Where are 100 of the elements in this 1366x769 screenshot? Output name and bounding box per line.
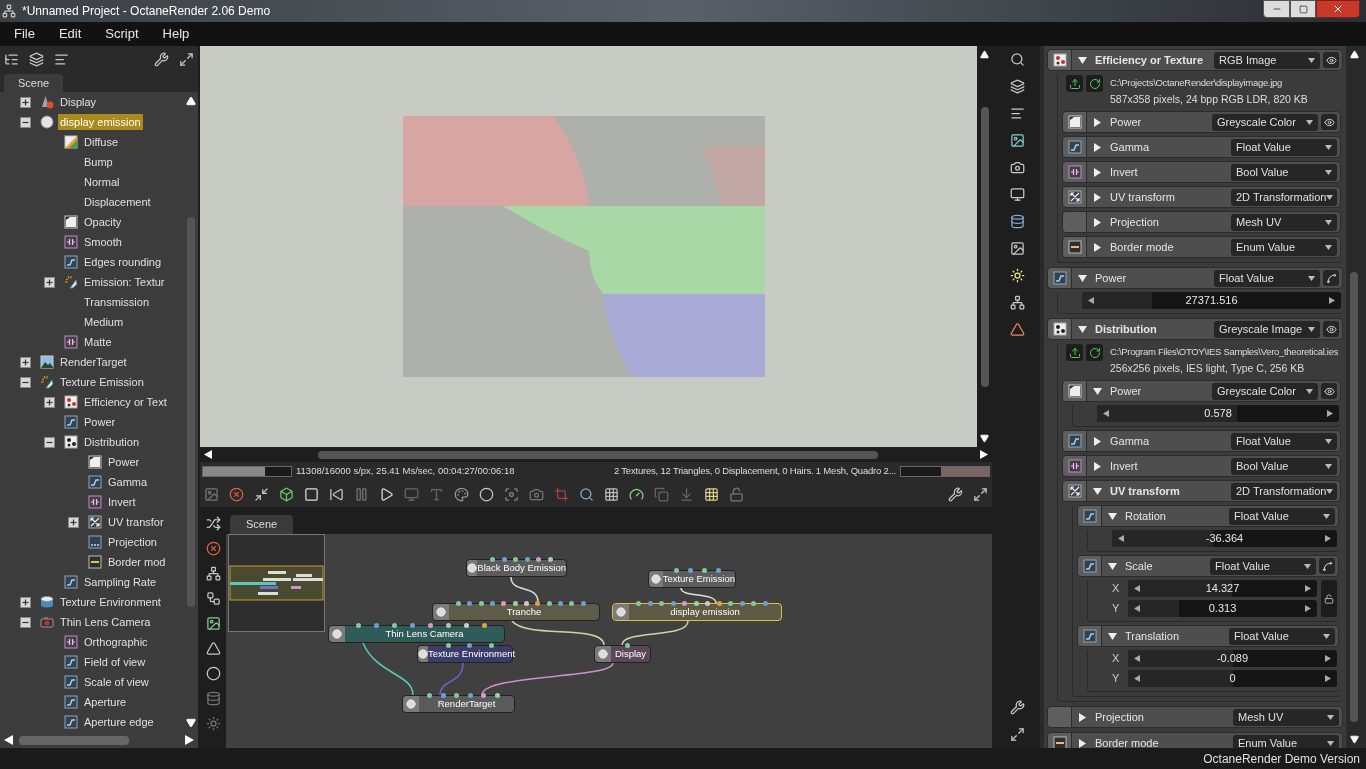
value-slider[interactable]: 0.313 — [1128, 600, 1317, 617]
type-dropdown[interactable]: Greyscale Image — [1214, 320, 1320, 338]
layers-icon[interactable] — [1010, 79, 1025, 94]
left-arrow-icon[interactable] — [1134, 655, 1140, 662]
tree-item[interactable]: Opacity — [82, 214, 124, 230]
right-arrow-icon[interactable] — [980, 450, 988, 459]
pin-row[interactable]: Projection Mesh UV — [1062, 211, 1341, 233]
pin-row[interactable]: Invert Bool Value — [1062, 455, 1341, 477]
triangle-icon[interactable] — [1093, 242, 1102, 252]
layers-icon[interactable] — [29, 51, 44, 67]
left-arrow-icon[interactable] — [1103, 410, 1109, 417]
value-slider[interactable]: -0.089 — [1128, 650, 1337, 667]
minimize-button[interactable] — [1263, 0, 1290, 18]
wrench-icon[interactable] — [154, 51, 169, 67]
menu-item[interactable]: Script — [105, 24, 139, 44]
skip-back-icon[interactable] — [329, 486, 344, 502]
down-arrow-icon[interactable] — [980, 434, 989, 443]
workflow-icon[interactable] — [205, 591, 221, 606]
menu-item[interactable]: File — [14, 24, 35, 44]
left-arrow-icon[interactable] — [1088, 297, 1094, 304]
expand-icon[interactable] — [20, 356, 31, 368]
up-arrow-icon[interactable] — [186, 96, 196, 106]
stop-icon[interactable] — [304, 486, 319, 502]
type-dropdown[interactable]: Float Value — [1231, 138, 1337, 156]
left-arrow-icon[interactable] — [204, 450, 212, 459]
copy-icon[interactable] — [654, 486, 669, 502]
maximize-button[interactable] — [1290, 0, 1316, 18]
scene-tab[interactable]: Scene — [230, 515, 294, 534]
upload-button[interactable] — [1066, 344, 1083, 361]
expand-icon[interactable] — [44, 396, 55, 408]
collapse-icon[interactable] — [44, 436, 55, 448]
eye-button[interactable] — [1323, 52, 1339, 68]
tree-item[interactable]: Medium — [82, 314, 126, 330]
type-dropdown[interactable]: Enum Value — [1233, 734, 1339, 748]
type-dropdown[interactable]: Mesh UV — [1231, 213, 1337, 231]
upload-button[interactable] — [1066, 75, 1083, 92]
expand-icon[interactable] — [179, 51, 194, 67]
eye-button[interactable] — [1323, 321, 1339, 337]
type-dropdown[interactable]: 2D Transformation — [1231, 482, 1337, 500]
shuffle-icon[interactable] — [205, 516, 221, 531]
tree-item[interactable]: Transmission — [82, 294, 151, 310]
triangle-icon[interactable] — [1093, 386, 1102, 396]
graph-node[interactable]: Display — [594, 645, 651, 663]
triangle-icon[interactable] — [1093, 461, 1102, 471]
gauge-icon[interactable] — [629, 486, 644, 502]
minimap[interactable] — [228, 534, 325, 632]
value-slider[interactable]: 14.327 — [1128, 580, 1317, 597]
right-arrow-icon[interactable] — [1329, 297, 1335, 304]
triangle-icon[interactable] — [1093, 167, 1102, 177]
pin-row[interactable]: Projection Mesh UV — [1047, 706, 1343, 728]
wrench-icon[interactable] — [1010, 700, 1025, 715]
graph-node[interactable]: Texture Emission — [648, 570, 736, 588]
triangle-icon[interactable] — [1078, 712, 1087, 722]
triangle-icon[interactable] — [1108, 561, 1117, 571]
tree-item[interactable]: RenderTarget — [58, 354, 129, 370]
database-icon[interactable] — [1010, 214, 1025, 229]
tree-item[interactable]: Projection — [106, 534, 159, 550]
tree-item[interactable]: Power — [106, 454, 142, 470]
graph-node[interactable]: Texture Environment — [417, 645, 513, 663]
pin-row[interactable]: Rotation Float Value — [1077, 505, 1339, 527]
pin-row[interactable]: UV transform 2D Transformation — [1062, 480, 1341, 502]
pin-row[interactable]: Translation Float Value — [1077, 625, 1339, 647]
expand-icon[interactable] — [1010, 727, 1025, 742]
triangle-icon[interactable] — [1078, 273, 1087, 283]
focus-icon[interactable] — [504, 486, 519, 502]
pin-row[interactable]: Invert Bool Value — [1062, 161, 1341, 183]
tree-item[interactable]: Aperture edge — [82, 714, 156, 730]
type-dropdown[interactable]: 2D Transformation — [1231, 188, 1337, 206]
triangle-icon[interactable] — [1093, 117, 1102, 127]
triangle-icon[interactable] — [1078, 55, 1087, 65]
value-slider[interactable]: 0.578 — [1097, 405, 1339, 422]
tree-list-icon[interactable] — [4, 51, 19, 67]
network-icon[interactable] — [205, 566, 221, 581]
crossed-circle-icon[interactable] — [229, 486, 244, 502]
down-arrow-icon[interactable] — [1349, 735, 1359, 744]
pin-row[interactable]: Scale Float Value — [1077, 555, 1339, 577]
pin-row[interactable]: Distribution Greyscale Image — [1047, 318, 1343, 340]
type-dropdown[interactable]: Float Value — [1229, 507, 1335, 525]
padlock-icon[interactable] — [729, 486, 744, 502]
graph-node[interactable]: Thin Lens Camera — [328, 625, 505, 643]
tree-item[interactable]: Matte — [82, 334, 114, 350]
picture-icon[interactable] — [1010, 241, 1025, 256]
tree-item[interactable]: Display — [58, 94, 99, 110]
tree-item[interactable]: Normal — [82, 174, 122, 190]
crop-icon[interactable] — [554, 486, 569, 502]
graph-node[interactable]: RenderTarget — [402, 695, 515, 713]
network-icon[interactable] — [1010, 295, 1025, 310]
tree-item[interactable]: Edges rounding — [82, 254, 164, 270]
tree-item[interactable]: Gamma — [106, 474, 150, 490]
search-icon[interactable] — [579, 486, 594, 502]
graph-node[interactable]: display emission — [612, 603, 782, 621]
eye-button[interactable] — [1321, 383, 1337, 399]
pin-row[interactable]: Efficiency or Texture RGB Image — [1047, 49, 1343, 71]
shrink-icon[interactable] — [254, 486, 269, 502]
triangle-icon[interactable] — [1078, 738, 1087, 748]
pin-row[interactable]: Border mode Enum Value — [1047, 732, 1343, 748]
menu-item[interactable]: Edit — [58, 24, 82, 44]
tree-item[interactable]: Power — [82, 414, 118, 430]
type-dropdown[interactable]: Float Value — [1229, 627, 1335, 645]
up-arrow-icon[interactable] — [980, 50, 989, 59]
